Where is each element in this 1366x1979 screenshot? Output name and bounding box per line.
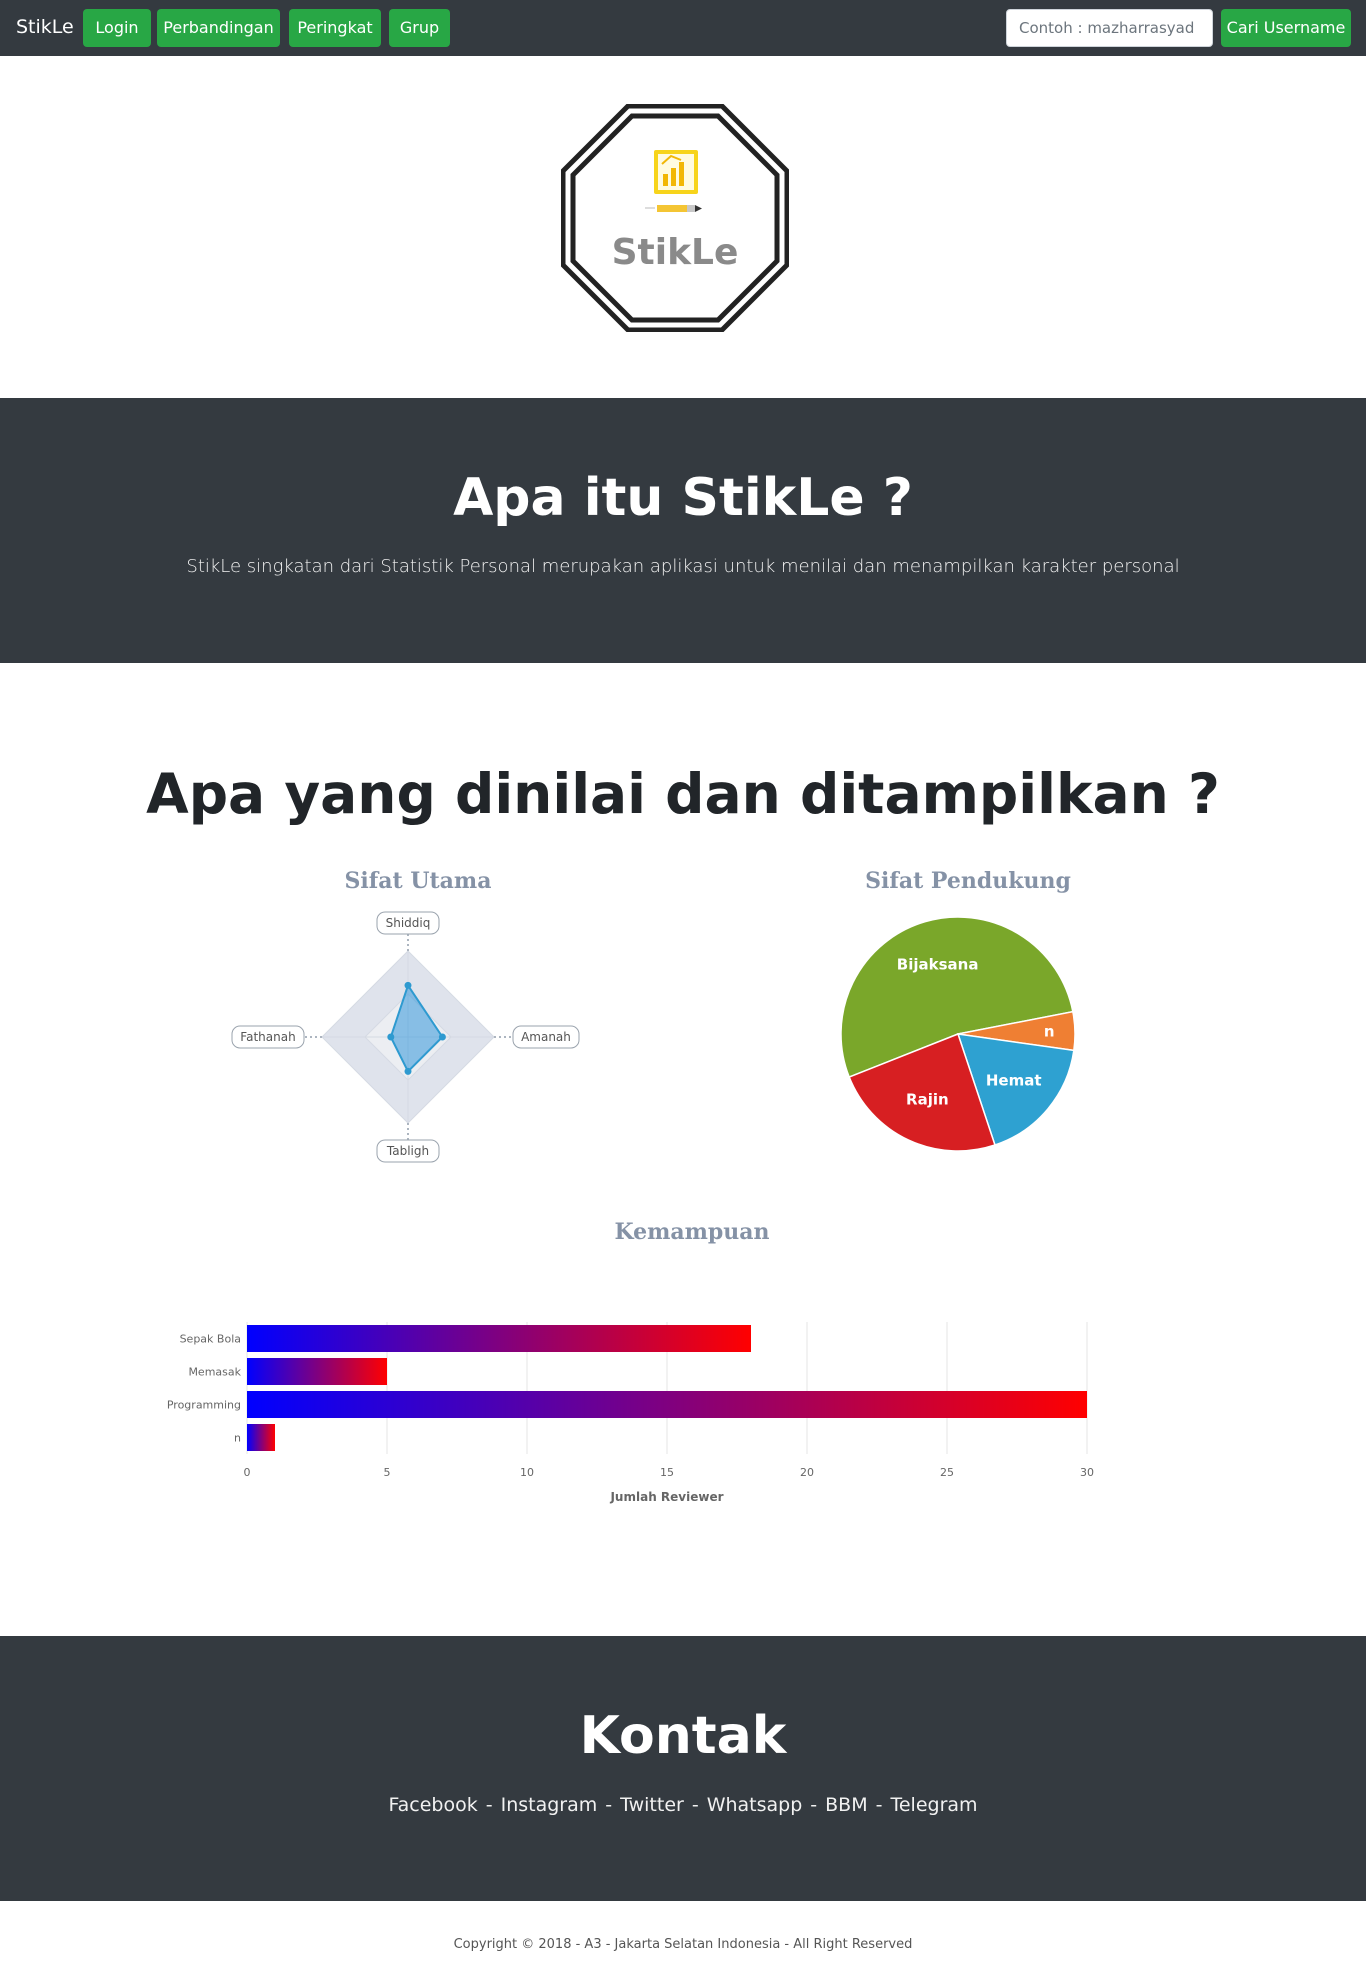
- perbandingan-button[interactable]: Perbandingan: [157, 9, 280, 47]
- grup-button[interactable]: Grup: [389, 9, 450, 47]
- bar-programming: [247, 1391, 1087, 1418]
- radar-label-shiddiq: Shiddiq: [386, 916, 431, 930]
- instagram-link[interactable]: Instagram: [501, 1794, 598, 1816]
- separator: -: [691, 1794, 699, 1816]
- pie-label-rajin: Rajin: [906, 1091, 949, 1109]
- bar-tick-label: 30: [1080, 1466, 1094, 1479]
- stikle-logo: StikLe: [561, 104, 789, 332]
- bar-memasak: [247, 1358, 387, 1385]
- bar-x-axis-label: Jumlah Reviewer: [609, 1490, 723, 1504]
- about-section: Apa itu StikLe ? StikLe singkatan dari S…: [0, 398, 1366, 663]
- separator: -: [810, 1794, 818, 1816]
- search-input[interactable]: [1006, 9, 1213, 47]
- bbm-link[interactable]: BBM: [825, 1794, 867, 1816]
- bar-tick-label: 10: [520, 1466, 534, 1479]
- bar-tick-label: 0: [244, 1466, 251, 1479]
- pie-chart: Bijaksana n Hemat Rajin: [840, 916, 1076, 1152]
- bar-chart-title: Kemampuan: [614, 1219, 770, 1245]
- contact-section: Kontak Facebook - Instagram - Twitter - Whatsa…: [0, 1636, 1366, 1901]
- bar-sepak-bola: [247, 1325, 751, 1352]
- radar-point: [438, 1033, 446, 1041]
- radar-point: [387, 1033, 395, 1041]
- contact-links: Facebook - Instagram - Twitter - Whatsapp - BBM -…: [0, 1794, 1366, 1816]
- bar-n: [247, 1424, 275, 1451]
- bar-tick-label: 5: [384, 1466, 391, 1479]
- pie-label-bijaksana: Bijaksana: [897, 955, 979, 973]
- radar-chart: Shiddiq Amanah Tabligh Fathanah: [231, 911, 580, 1163]
- pie-label-hemat: Hemat: [986, 1071, 1042, 1089]
- bar-category-label: Memasak: [188, 1366, 241, 1379]
- twitter-link[interactable]: Twitter: [620, 1794, 684, 1816]
- bar-tick-label: 25: [940, 1466, 954, 1479]
- radar-point: [404, 981, 412, 989]
- radar-point: [404, 1067, 412, 1075]
- pie-label-n: n: [1044, 1023, 1055, 1041]
- facebook-link[interactable]: Facebook: [388, 1794, 477, 1816]
- radar-chart-title: Sifat Utama: [344, 868, 492, 894]
- about-title: Apa itu StikLe ?: [453, 468, 913, 528]
- brand[interactable]: StikLe: [16, 16, 74, 38]
- radar-label-tabligh: Tabligh: [386, 1144, 429, 1158]
- bar-tick-label: 20: [800, 1466, 814, 1479]
- separator: -: [485, 1794, 493, 1816]
- separator: -: [605, 1794, 613, 1816]
- telegram-link[interactable]: Telegram: [890, 1794, 977, 1816]
- bar-chart: Sepak Bola Memasak Programming n 0 5 10 15 20 25 3…: [167, 1322, 1094, 1504]
- separator: -: [875, 1794, 883, 1816]
- bar-category-label: n: [234, 1432, 241, 1445]
- features-title: Apa yang dinilai dan ditampilkan ?: [146, 762, 1220, 826]
- search-button[interactable]: Cari Username: [1221, 9, 1351, 47]
- chart-icon: [654, 150, 698, 194]
- bar-tick-label: 15: [660, 1466, 674, 1479]
- login-button[interactable]: Login: [83, 9, 151, 47]
- copyright: Copyright © 2018 - A3 - Jakarta Selatan …: [453, 1937, 913, 1952]
- logo-text: StikLe: [612, 232, 739, 273]
- contact-title: Kontak: [579, 1706, 787, 1766]
- pie-chart-title: Sifat Pendukung: [865, 868, 1071, 894]
- bar-category-label: Sepak Bola: [180, 1333, 241, 1346]
- radar-label-amanah: Amanah: [521, 1030, 571, 1044]
- navbar: StikLe Login Perbandingan Peringkat Grup…: [0, 0, 1366, 56]
- bar-category-label: Programming: [167, 1399, 241, 1412]
- peringkat-button[interactable]: Peringkat: [289, 9, 381, 47]
- about-description: StikLe singkatan dari Statistik Personal…: [186, 556, 1180, 577]
- pencil-icon: [645, 205, 702, 212]
- radar-label-fathanah: Fathanah: [240, 1030, 295, 1044]
- whatsapp-link[interactable]: Whatsapp: [707, 1794, 803, 1816]
